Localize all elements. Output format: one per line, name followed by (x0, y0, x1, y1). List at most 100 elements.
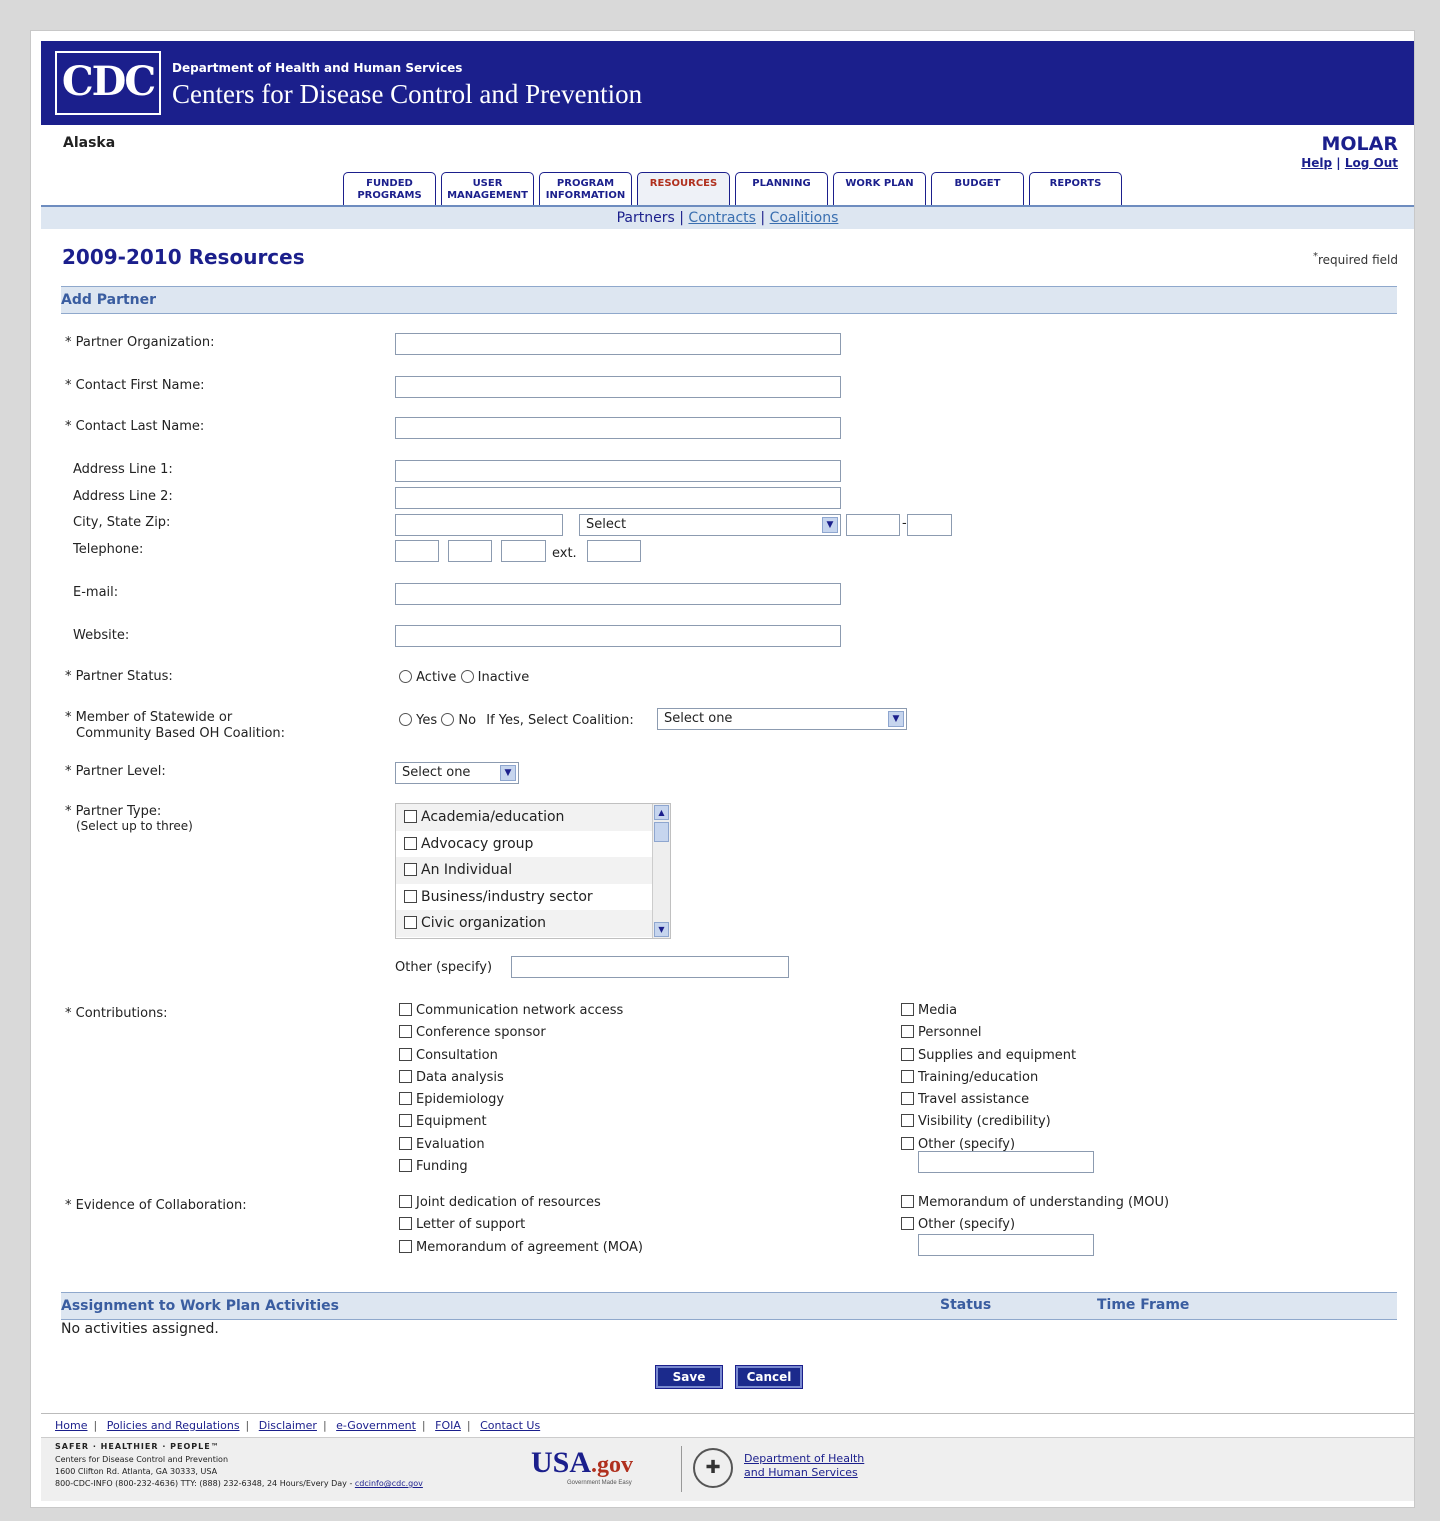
member-no-radio[interactable] (441, 713, 455, 726)
contribution-item[interactable]: Funding (399, 1156, 623, 1178)
checkbox[interactable] (901, 1217, 914, 1231)
cancel-button[interactable]: Cancel (735, 1365, 803, 1389)
phone-line-input[interactable] (501, 540, 546, 562)
status-active-radio[interactable] (399, 670, 412, 683)
zip-ext-input[interactable] (907, 514, 952, 536)
partner-type-scrollbar[interactable]: ▲ ▼ (652, 804, 670, 938)
footer-link-policies[interactable]: Policies and Regulations (107, 1419, 240, 1432)
tab-user-management[interactable]: USER MANAGEMENT (441, 172, 534, 205)
partner-type-other-input[interactable] (511, 956, 789, 978)
footer-link-home[interactable]: Home (55, 1419, 87, 1432)
checkbox[interactable] (901, 1195, 914, 1208)
scroll-thumb[interactable] (654, 822, 669, 842)
hhs-link-line1[interactable]: Department of Health (744, 1452, 864, 1465)
footer-link-contact[interactable]: Contact Us (480, 1419, 540, 1432)
checkbox[interactable] (399, 1195, 412, 1208)
hhs-link[interactable]: Department of Health and Human Services (744, 1452, 864, 1480)
checkbox[interactable] (901, 1025, 914, 1039)
contribution-item[interactable]: Media (901, 1000, 1076, 1022)
first-name-input[interactable] (395, 376, 841, 398)
tab-work-plan[interactable]: WORK PLAN (833, 172, 926, 205)
partner-type-item[interactable]: Business/industry sector (396, 884, 670, 911)
contribution-item[interactable]: Epidemiology (399, 1089, 623, 1111)
contribution-item[interactable]: Training/education (901, 1067, 1076, 1089)
checkbox[interactable] (901, 1114, 914, 1128)
checkbox[interactable] (901, 1136, 914, 1150)
checkbox[interactable] (399, 1114, 412, 1128)
tab-planning[interactable]: PLANNING (735, 172, 828, 205)
checkbox[interactable] (399, 1239, 412, 1253)
checkbox[interactable] (404, 916, 417, 930)
city-input[interactable] (395, 514, 563, 536)
partner-organization-input[interactable] (395, 333, 841, 355)
partner-type-item[interactable]: An Individual (396, 857, 670, 884)
phone-prefix-input[interactable] (448, 540, 492, 562)
evidence-item[interactable]: Memorandum of agreement (MOA) (399, 1237, 643, 1259)
help-link[interactable]: Help (1301, 156, 1332, 170)
contribution-item[interactable]: Data analysis (399, 1067, 623, 1089)
phone-area-input[interactable] (395, 540, 439, 562)
contribution-item[interactable]: Travel assistance (901, 1089, 1076, 1111)
evidence-other-input[interactable] (918, 1234, 1094, 1256)
checkbox[interactable] (399, 1136, 412, 1150)
contribution-item[interactable]: Equipment (399, 1111, 623, 1133)
coalition-select[interactable]: Select one ▼ (657, 708, 907, 730)
hhs-link-line2[interactable]: and Human Services (744, 1466, 858, 1479)
checkbox[interactable] (399, 1092, 412, 1106)
tab-funded-programs[interactable]: FUNDED PROGRAMS (343, 172, 436, 205)
checkbox[interactable] (901, 1069, 914, 1083)
checkbox[interactable] (399, 1217, 412, 1231)
address1-input[interactable] (395, 460, 841, 482)
evidence-item[interactable]: Joint dedication of resources (399, 1192, 643, 1214)
last-name-input[interactable] (395, 417, 841, 439)
partner-type-list[interactable]: Academia/education Advocacy group An Ind… (395, 803, 671, 939)
checkbox[interactable] (399, 1159, 412, 1173)
evidence-item[interactable]: Letter of support (399, 1214, 643, 1236)
contribution-item[interactable]: Evaluation (399, 1134, 623, 1156)
hhs-seal-icon[interactable]: ✚ (693, 1448, 733, 1488)
evidence-item[interactable]: Memorandum of understanding (MOU) (901, 1192, 1169, 1214)
contribution-item[interactable]: Communication network access (399, 1000, 623, 1022)
checkbox[interactable] (404, 810, 417, 823)
checkbox[interactable] (901, 1003, 914, 1016)
footer-link-egov[interactable]: e-Government (336, 1419, 416, 1432)
checkbox[interactable] (901, 1047, 914, 1061)
state-select[interactable]: Select ▼ (579, 514, 841, 536)
cdc-logo[interactable]: CDC (55, 51, 161, 115)
member-yes-radio[interactable] (399, 713, 412, 726)
tab-resources[interactable]: RESOURCES (637, 172, 730, 205)
checkbox[interactable] (399, 1003, 412, 1016)
contribution-item[interactable]: Personnel (901, 1022, 1076, 1044)
footer-link-foia[interactable]: FOIA (435, 1419, 461, 1432)
status-inactive-radio[interactable] (460, 670, 474, 683)
scroll-up-icon[interactable]: ▲ (654, 805, 669, 820)
logout-link[interactable]: Log Out (1345, 156, 1398, 170)
zip-input[interactable] (846, 514, 900, 536)
contribution-item[interactable]: Visibility (credibility) (901, 1111, 1076, 1133)
save-button[interactable]: Save (655, 1365, 723, 1389)
subnav-partners[interactable]: Partners (617, 210, 675, 226)
address2-input[interactable] (395, 487, 841, 509)
checkbox[interactable] (399, 1069, 412, 1083)
partner-type-item[interactable]: Academia/education (396, 804, 670, 831)
checkbox[interactable] (404, 863, 417, 877)
contribution-item[interactable]: Supplies and equipment (901, 1045, 1076, 1067)
subnav-coalitions[interactable]: Coalitions (770, 210, 839, 226)
contribution-item[interactable]: Conference sponsor (399, 1022, 623, 1044)
checkbox[interactable] (901, 1092, 914, 1106)
footer-link-disclaimer[interactable]: Disclaimer (259, 1419, 317, 1432)
partner-type-item[interactable]: Advocacy group (396, 831, 670, 858)
partner-level-select[interactable]: Select one ▼ (395, 762, 519, 784)
contribution-item[interactable]: Consultation (399, 1045, 623, 1067)
usagov-logo[interactable]: USA.gov Government Made Easy (531, 1446, 633, 1486)
tab-program-information[interactable]: PROGRAM INFORMATION (539, 172, 632, 205)
checkbox[interactable] (399, 1047, 412, 1061)
website-input[interactable] (395, 625, 841, 647)
tab-reports[interactable]: REPORTS (1029, 172, 1122, 205)
checkbox[interactable] (404, 836, 417, 850)
checkbox[interactable] (399, 1025, 412, 1039)
phone-ext-input[interactable] (587, 540, 641, 562)
scroll-down-icon[interactable]: ▼ (654, 922, 669, 937)
footer-email-link[interactable]: cdcinfo@cdc.gov (355, 1479, 423, 1488)
tab-budget[interactable]: BUDGET (931, 172, 1024, 205)
